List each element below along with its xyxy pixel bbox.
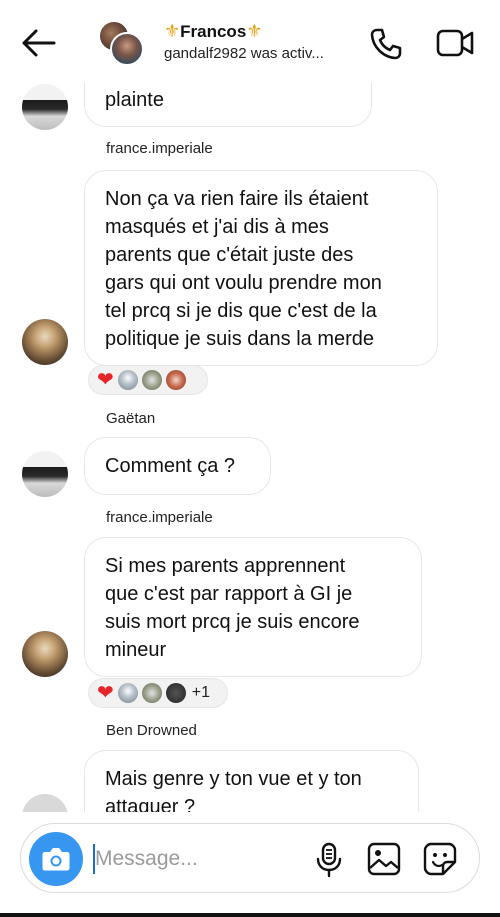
gallery-icon[interactable] (367, 842, 401, 876)
message-bubble[interactable]: Si mes parents apprennent que c'est par … (84, 537, 422, 677)
sticker-icon[interactable] (423, 842, 457, 876)
message-bubble[interactable]: Non ça va rien faire ils étaient masqués… (84, 170, 438, 366)
reactor-avatar (165, 370, 186, 390)
message-input[interactable] (95, 841, 295, 877)
message-bubble[interactable]: Comment ça ? (84, 437, 271, 495)
group-title: ⚜Francos⚜ (164, 20, 364, 43)
video-call-icon[interactable] (436, 28, 474, 58)
message-text: Mais genre y ton vue et y ton attaquer ? (105, 768, 362, 812)
reactor-avatar (165, 683, 186, 703)
sender-avatar[interactable] (22, 319, 68, 365)
phone-call-icon[interactable] (368, 26, 404, 62)
sender-avatar[interactable] (22, 794, 68, 812)
message-text: Si mes parents apprennent que c'est par … (105, 555, 360, 661)
back-arrow-icon[interactable] (20, 28, 56, 58)
more-reactions-count: +1 (191, 684, 211, 701)
sender-avatar[interactable] (22, 84, 68, 130)
member-avatar (110, 32, 144, 66)
message-text: plainte (105, 89, 164, 111)
camera-icon (42, 848, 70, 871)
message-composer (20, 823, 480, 893)
bottom-edge (0, 913, 500, 917)
fleur-de-lis-icon: ⚜ (164, 21, 181, 41)
reactor-avatar (141, 370, 162, 390)
reactor-avatar (117, 683, 138, 703)
message-bubble[interactable]: plainte (84, 82, 372, 127)
sender-avatar[interactable] (22, 631, 68, 677)
sender-name: france.imperiale (106, 140, 213, 157)
sender-name: france.imperiale (106, 509, 213, 526)
camera-button[interactable] (29, 832, 83, 886)
sender-name: Ben Drowned (106, 722, 197, 739)
heart-reaction-icon: ❤ (97, 682, 114, 704)
heart-reaction-icon: ❤ (97, 369, 114, 391)
reactor-avatar (141, 683, 162, 703)
fleur-de-lis-icon: ⚜ (246, 21, 263, 41)
message-bubble[interactable]: Mais genre y ton vue et y ton attaquer ? (84, 750, 419, 812)
reactions-bar[interactable]: ❤ +1 (88, 678, 228, 708)
reactions-bar[interactable]: ❤ (88, 365, 208, 395)
activity-status: gandalf2982 was activ... (164, 45, 324, 62)
chat-header: ⚜Francos⚜ gandalf2982 was activ... (0, 0, 500, 82)
microphone-icon[interactable] (315, 842, 343, 878)
group-info[interactable]: ⚜Francos⚜ gandalf2982 was activ... (164, 20, 364, 65)
message-text: Comment ça ? (105, 455, 236, 477)
group-avatar[interactable] (98, 20, 146, 66)
group-name: Francos (180, 22, 247, 41)
message-list[interactable]: plainte france.imperiale Non ça va rien … (0, 82, 500, 812)
sender-name: Gaëtan (106, 410, 156, 427)
sender-avatar[interactable] (22, 451, 68, 497)
reactor-avatar (117, 370, 138, 390)
message-text: Non ça va rien faire ils étaient masqués… (105, 188, 382, 350)
